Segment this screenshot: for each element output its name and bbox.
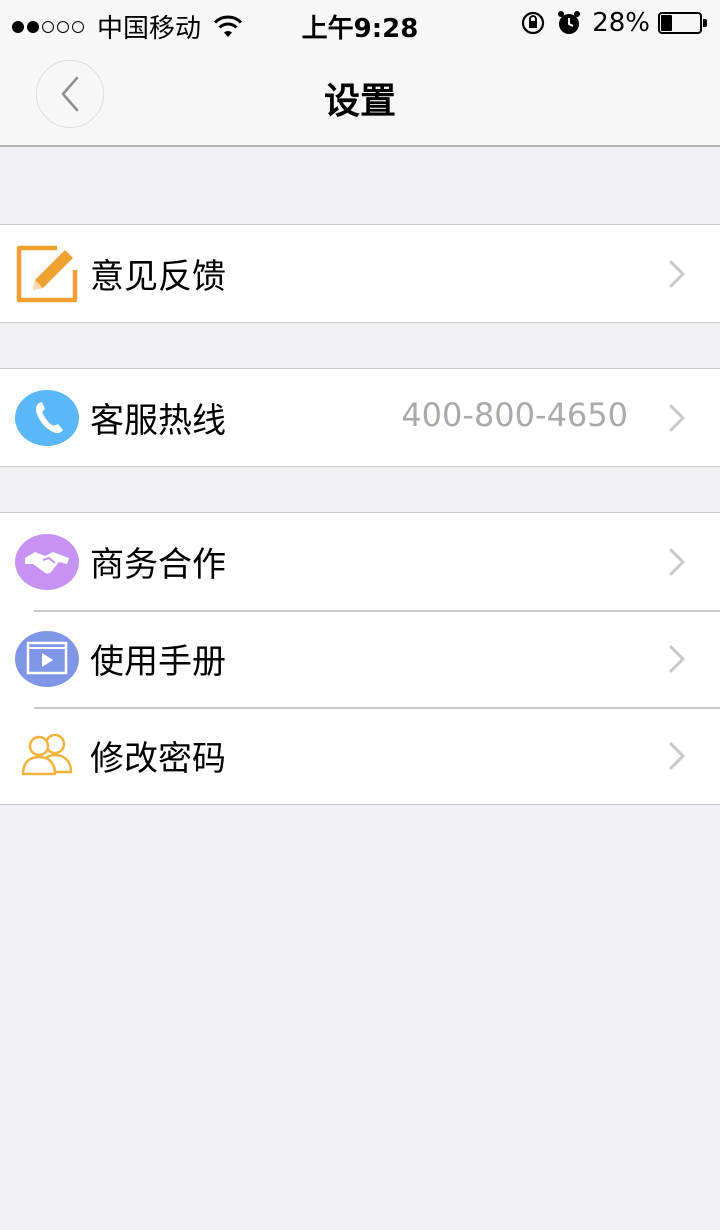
rotation-lock-icon — [522, 11, 545, 35]
settings-row-manual[interactable]: 使用手册 — [0, 610, 720, 707]
settings-row-hotline[interactable]: 客服热线 400-800-4650 — [0, 369, 720, 466]
status-right: 28% — [520, 8, 708, 38]
battery-icon — [658, 12, 708, 34]
settings-group-hotline: 客服热线 400-800-4650 — [0, 368, 720, 467]
video-manual-icon — [15, 631, 79, 687]
settings-row-password[interactable]: 修改密码 — [0, 707, 720, 804]
settings-row-label: 修改密码 — [90, 739, 226, 779]
hotline-number: 400-800-4650 — [401, 396, 628, 434]
chevron-right-icon — [669, 742, 685, 770]
settings-group-more: 商务合作 使用手册 修改密码 — [0, 512, 720, 805]
settings-group-feedback: 意见反馈 — [0, 224, 720, 323]
settings-row-business[interactable]: 商务合作 — [0, 513, 720, 610]
chevron-right-icon — [669, 404, 685, 432]
users-icon — [21, 733, 73, 776]
chevron-right-icon — [669, 548, 685, 576]
phone-icon — [15, 390, 79, 446]
handshake-icon — [15, 534, 79, 590]
alarm-icon — [558, 11, 581, 34]
settings-row-feedback[interactable]: 意见反馈 — [0, 225, 720, 322]
settings-row-label: 客服热线 — [90, 401, 226, 441]
settings-row-label: 商务合作 — [90, 545, 226, 585]
chevron-right-icon — [669, 260, 685, 288]
feedback-edit-icon — [16, 245, 78, 303]
settings-row-label: 意见反馈 — [90, 257, 226, 297]
chevron-right-icon — [669, 645, 685, 673]
battery-percent: 28% — [592, 8, 650, 38]
page-title: 设置 — [323, 81, 396, 122]
settings-row-label: 使用手册 — [90, 642, 226, 682]
navigation-bar: 设置 — [0, 48, 720, 147]
status-bar: 中国移动 上午9:28 28% — [0, 0, 720, 48]
